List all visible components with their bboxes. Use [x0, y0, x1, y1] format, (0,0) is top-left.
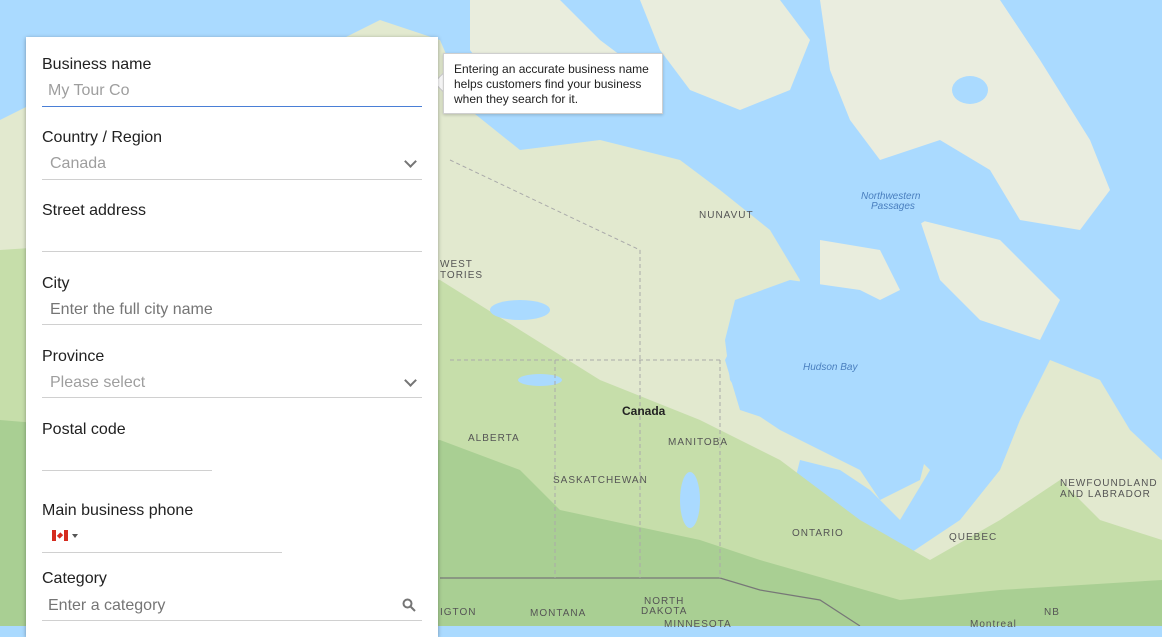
country-region-underline	[42, 179, 422, 180]
great-slave-lake	[490, 300, 550, 320]
search-icon[interactable]	[402, 598, 416, 612]
map-label-alberta: ALBERTA	[468, 433, 520, 444]
map-label-washington: IGTON	[440, 607, 477, 618]
map-label-nwt-2: TORIES	[440, 270, 484, 281]
province-label: Province	[42, 348, 105, 365]
country-region-select[interactable]: Canada	[50, 154, 106, 174]
map-label-newfoundland-1: NEWFOUNDLAND	[1060, 478, 1158, 489]
category-input[interactable]: Enter a category	[48, 596, 165, 616]
map-label-north-dakota-2: DAKOTA	[641, 606, 688, 617]
map-label-nunavut: NUNAVUT	[699, 210, 754, 221]
street-address-label: Street address	[42, 202, 147, 219]
lake-winnipeg	[680, 472, 700, 528]
map-label-hudson-bay: Hudson Bay	[803, 362, 858, 373]
map-label-canada: Canada	[622, 404, 666, 418]
city-underline	[42, 324, 422, 325]
province-field[interactable]: Province Please select	[42, 347, 422, 399]
postal-code-field[interactable]: Postal code	[42, 420, 212, 472]
province-underline	[42, 397, 422, 398]
phone-label: Main business phone	[42, 502, 194, 519]
country-region-label: Country / Region	[42, 129, 163, 146]
chevron-down-icon[interactable]	[404, 374, 417, 387]
phone-field[interactable]: Main business phone	[42, 501, 282, 553]
postal-code-underline	[42, 470, 212, 471]
chevron-down-icon[interactable]	[404, 155, 417, 168]
tooltip-text: Entering an accurate business name helps…	[454, 62, 649, 106]
map-label-montana: MONTANA	[530, 608, 587, 619]
city-field[interactable]: City Enter the full city name	[42, 274, 422, 326]
business-name-input[interactable]: My Tour Co	[48, 81, 130, 101]
map-label-manitoba: MANITOBA	[668, 437, 729, 448]
map-label-saskatchewan: SASKATCHEWAN	[553, 475, 648, 486]
province-select[interactable]: Please select	[50, 373, 145, 393]
business-name-underline	[42, 106, 422, 107]
map-label-ontario: ONTARIO	[792, 528, 844, 539]
business-name-field[interactable]: Business name My Tour Co	[42, 55, 422, 107]
canada-flag-icon[interactable]	[52, 530, 68, 541]
map-label-nb: NB	[1044, 607, 1060, 618]
city-label: City	[42, 275, 70, 292]
map-label-nwt-1: WEST	[440, 259, 473, 270]
street-address-field[interactable]: Street address	[42, 201, 422, 253]
category-label: Category	[42, 570, 107, 587]
category-underline	[42, 620, 422, 621]
map-label-nw-passages-2: Passages	[871, 201, 915, 212]
category-field[interactable]: Category Enter a category	[42, 569, 422, 621]
country-region-field[interactable]: Country / Region Canada	[42, 128, 422, 180]
business-name-tooltip: Entering an accurate business name helps…	[443, 53, 663, 114]
phone-underline	[42, 552, 282, 553]
map-label-quebec: QUEBEC	[949, 532, 998, 543]
arctic-lake	[952, 76, 988, 104]
postal-code-label: Postal code	[42, 421, 126, 438]
caret-down-icon[interactable]	[72, 534, 78, 538]
business-name-label: Business name	[42, 56, 152, 73]
map-label-montreal: Montreal	[970, 619, 1017, 630]
map-label-newfoundland-2: AND LABRADOR	[1060, 489, 1151, 500]
map-label-minnesota: MINNESOTA	[664, 619, 732, 630]
street-address-underline	[42, 251, 422, 252]
city-input[interactable]: Enter the full city name	[50, 300, 213, 320]
business-info-form: Business name My Tour Co Country / Regio…	[26, 37, 438, 637]
